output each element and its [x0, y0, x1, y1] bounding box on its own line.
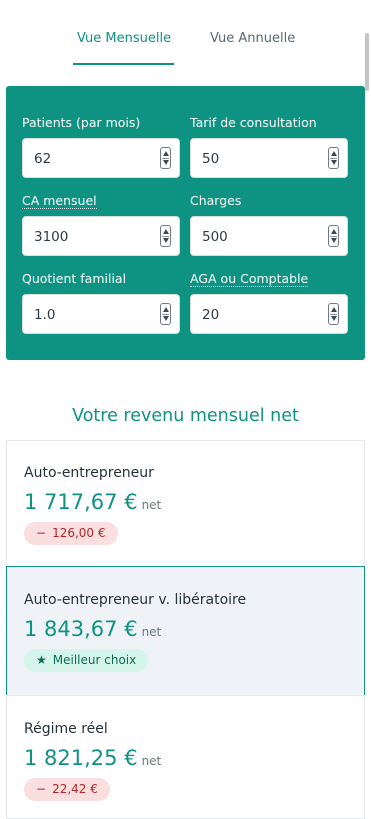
quotient-label: Quotient familial	[22, 271, 127, 286]
stepper-divider	[330, 314, 337, 315]
charges-stepper[interactable]	[328, 225, 339, 247]
tab-yearly[interactable]: Vue Annuelle	[210, 31, 295, 46]
amount-value: 1 717,67 €	[24, 490, 138, 514]
patients-stepper[interactable]	[160, 147, 171, 169]
chevron-up-icon[interactable]	[331, 229, 337, 234]
chevron-up-icon[interactable]	[331, 151, 337, 156]
patients-field	[22, 138, 180, 178]
result-card-auto-entrepreneur[interactable]: Auto-entrepreneur 1 717,67 € net −126,00 …	[6, 440, 365, 567]
card-amount: 1 843,67 € net	[24, 617, 161, 641]
card-amount: 1 717,67 € net	[24, 490, 161, 514]
stepper-divider	[330, 236, 337, 237]
aga-input[interactable]	[202, 306, 312, 324]
card-amount: 1 821,25 € net	[24, 746, 161, 770]
ca-input[interactable]	[34, 228, 144, 246]
view-tabs: Vue Mensuelle Vue Annuelle	[0, 0, 371, 66]
quotient-stepper[interactable]	[160, 303, 171, 325]
stepper-divider	[162, 236, 169, 237]
difference-value: 126,00 €	[52, 526, 106, 540]
difference-badge: −22,42 €	[24, 778, 110, 801]
aga-stepper[interactable]	[328, 303, 339, 325]
difference-badge: −126,00 €	[24, 522, 118, 545]
chevron-down-icon[interactable]	[163, 316, 169, 321]
amount-value: 1 821,25 €	[24, 746, 138, 770]
quotient-field	[22, 294, 180, 334]
simulation-form: Patients (par mois) Tarif de consultatio…	[6, 86, 365, 360]
card-name: Auto-entrepreneur v. libératoire	[24, 592, 247, 608]
patients-input[interactable]	[34, 150, 144, 168]
net-label: net	[141, 754, 162, 768]
aga-label: AGA ou Comptable	[190, 271, 309, 287]
net-label: net	[141, 498, 162, 512]
quotient-input[interactable]	[34, 306, 144, 324]
stepper-divider	[162, 158, 169, 159]
amount-value: 1 843,67 €	[24, 617, 138, 641]
difference-value: 22,42 €	[52, 782, 98, 796]
tarif-input[interactable]	[202, 150, 312, 168]
patients-label: Patients (par mois)	[22, 115, 141, 130]
star-icon: ★	[36, 653, 47, 667]
charges-field	[190, 216, 348, 256]
charges-label: Charges	[190, 193, 242, 208]
best-choice-badge: ★ Meilleur choix	[24, 649, 149, 672]
chevron-up-icon[interactable]	[163, 151, 169, 156]
tarif-label: Tarif de consultation	[190, 115, 317, 130]
tarif-stepper[interactable]	[328, 147, 339, 169]
best-choice-label: Meilleur choix	[52, 653, 137, 667]
net-label: net	[141, 625, 162, 639]
scrollbar[interactable]	[365, 33, 369, 91]
card-name: Auto-entrepreneur	[24, 465, 154, 481]
stepper-divider	[162, 314, 169, 315]
tab-monthly[interactable]: Vue Mensuelle	[77, 31, 171, 46]
minus-icon: −	[36, 782, 47, 796]
chevron-down-icon[interactable]	[331, 238, 337, 243]
tarif-field	[190, 138, 348, 178]
chevron-up-icon[interactable]	[331, 307, 337, 312]
result-card-regime-reel[interactable]: Régime réel 1 821,25 € net −22,42 €	[6, 695, 365, 819]
results-title: Votre revenu mensuel net	[72, 406, 299, 426]
stepper-divider	[330, 158, 337, 159]
active-tab-indicator	[73, 63, 174, 65]
card-name: Régime réel	[24, 721, 108, 737]
minus-icon: −	[36, 526, 47, 540]
chevron-down-icon[interactable]	[163, 160, 169, 165]
charges-input[interactable]	[202, 228, 312, 246]
chevron-up-icon[interactable]	[163, 229, 169, 234]
chevron-up-icon[interactable]	[163, 307, 169, 312]
chevron-down-icon[interactable]	[331, 316, 337, 321]
ca-stepper[interactable]	[160, 225, 171, 247]
ca-field	[22, 216, 180, 256]
ca-label: CA mensuel	[22, 193, 97, 209]
result-card-liberatoire[interactable]: Auto-entrepreneur v. libératoire 1 843,6…	[6, 566, 365, 696]
chevron-down-icon[interactable]	[163, 238, 169, 243]
aga-field	[190, 294, 348, 334]
chevron-down-icon[interactable]	[331, 160, 337, 165]
